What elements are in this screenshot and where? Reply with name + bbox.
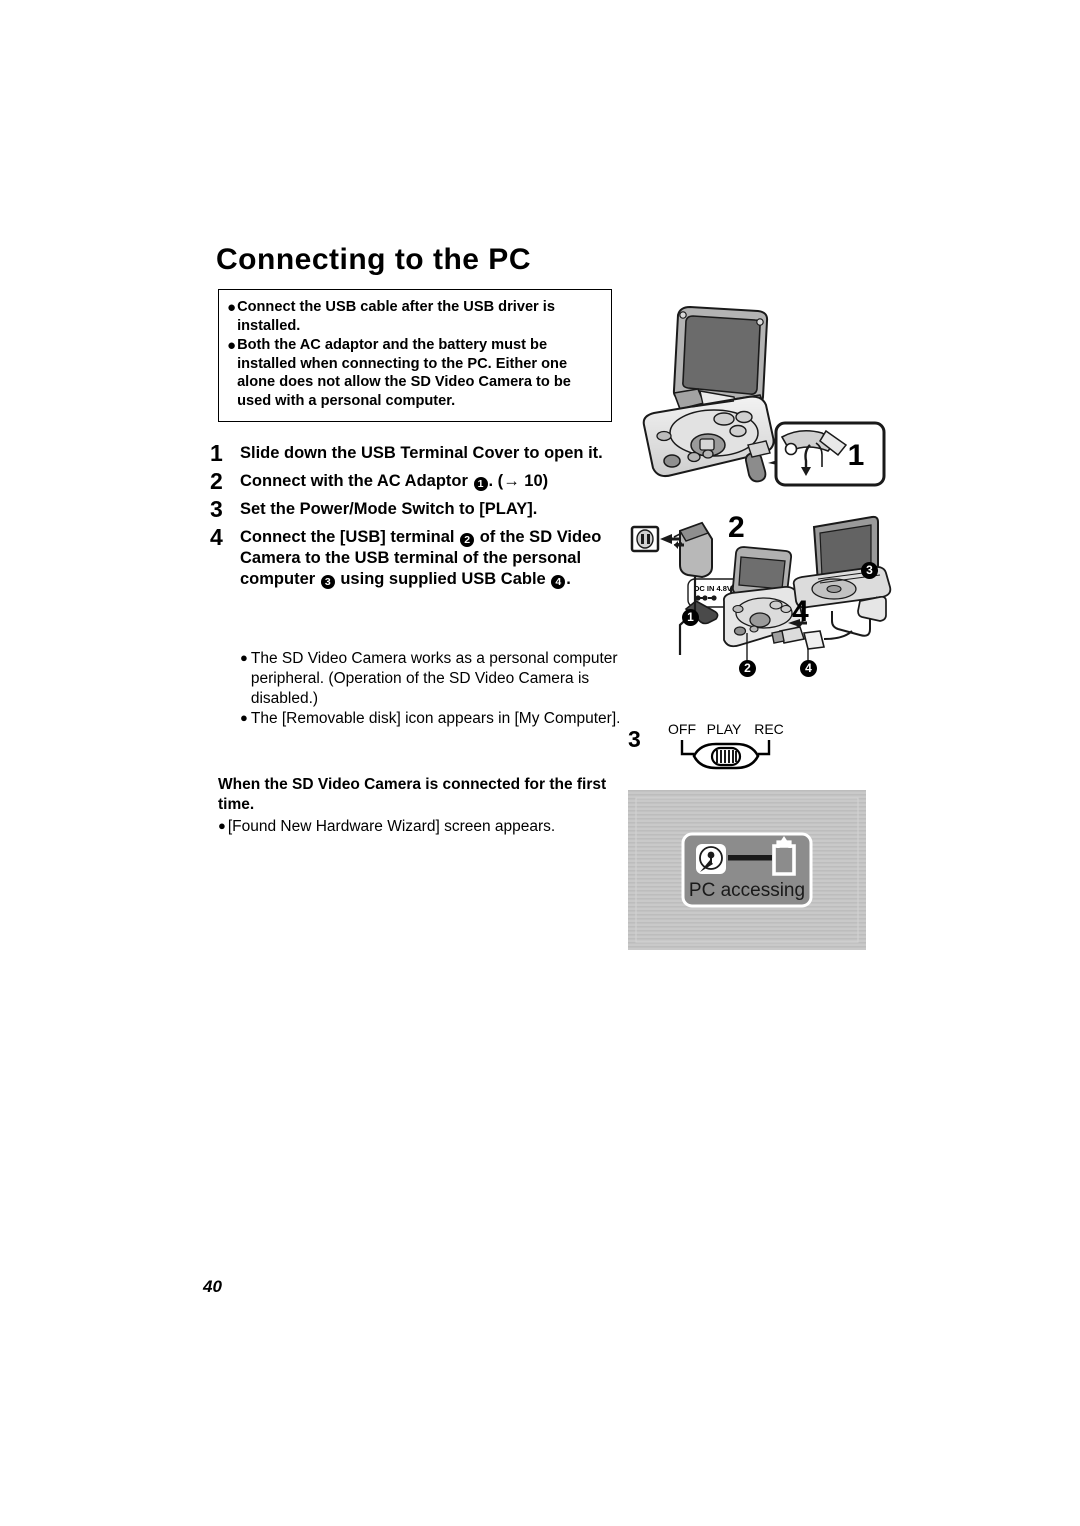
step-text: Connect with the AC Adaptor 1. (→ 10) bbox=[240, 471, 549, 491]
circled-number-1: 1 bbox=[473, 476, 488, 491]
switch-label-rec: REC bbox=[754, 721, 784, 737]
note-item: ● The SD Video Camera works as a persona… bbox=[240, 649, 625, 709]
ac-adaptor bbox=[673, 521, 713, 579]
note-text: The SD Video Camera works as a personal … bbox=[250, 650, 618, 708]
first-time-note-text: [Found New Hardware Wizard] screen appea… bbox=[227, 817, 556, 835]
figure-step-label-2: 2 bbox=[728, 511, 745, 544]
note-item: ● The [Removable disk] icon appears in [… bbox=[240, 709, 625, 729]
hard-disk-icon bbox=[696, 844, 726, 874]
instruction-steps: 1 Slide down the USB Terminal Cover to o… bbox=[206, 440, 626, 591]
page-reference-arrow-icon: → bbox=[503, 471, 520, 490]
step-number: 2 bbox=[210, 467, 223, 494]
bullet-icon: ● bbox=[240, 710, 248, 726]
switch-tick-rec bbox=[758, 740, 771, 756]
page-number: 40 bbox=[203, 1277, 222, 1296]
wall-outlet-icon bbox=[630, 525, 680, 553]
switch-tick-off bbox=[680, 740, 694, 756]
step-text: Connect the [USB] terminal 2 of the SD V… bbox=[240, 527, 602, 589]
figure-power-mode-switch: OFF PLAY REC bbox=[624, 718, 804, 780]
notes-list: ● The SD Video Camera works as a persona… bbox=[240, 649, 625, 730]
figure-marker-2: 2 bbox=[739, 660, 756, 677]
bullet-icon: ● bbox=[240, 650, 248, 665]
callout-number-label: 1 bbox=[848, 439, 865, 472]
step-item: 3 Set the Power/Mode Switch to [PLAY]. bbox=[206, 496, 626, 523]
circled-number-2: 2 bbox=[460, 532, 475, 547]
figure-connection-diagram: 2 DC IN 4.8V 4 1 2 3 4 bbox=[628, 505, 908, 685]
manual-page: Connecting to the PC ● Connect the USB c… bbox=[0, 0, 1080, 1526]
notice-item-text: Both the AC adaptor and the battery must… bbox=[237, 337, 571, 409]
notice-item-text: Connect the USB cable after the USB driv… bbox=[237, 299, 555, 334]
step-text: Set the Power/Mode Switch to [PLAY]. bbox=[240, 499, 538, 518]
first-time-section: When the SD Video Camera is connected fo… bbox=[218, 775, 618, 837]
step-item: 2 Connect with the AC Adaptor 1. (→ 10) bbox=[206, 468, 626, 495]
notice-item: ● Connect the USB cable after the USB dr… bbox=[227, 298, 603, 335]
first-time-note: ● [Found New Hardware Wizard] screen app… bbox=[218, 817, 618, 837]
circled-number-3: 3 bbox=[320, 574, 335, 589]
step-number: 1 bbox=[210, 440, 223, 466]
callout-box-1: 1 bbox=[774, 421, 886, 487]
circled-number-4: 4 bbox=[551, 574, 566, 589]
switch-label-off: OFF bbox=[668, 721, 696, 737]
figure-lcd-pc-accessing: PC accessing bbox=[628, 790, 866, 950]
figure-marker-1: 1 bbox=[682, 609, 699, 626]
bullet-icon: ● bbox=[227, 337, 237, 355]
connection-line bbox=[728, 855, 772, 861]
figure-marker-3: 3 bbox=[861, 562, 878, 579]
step-number: 4 bbox=[210, 523, 223, 550]
note-text: The [Removable disk] icon appears in [My… bbox=[250, 710, 621, 728]
bullet-icon: ● bbox=[227, 299, 237, 316]
figure-marker-4: 4 bbox=[800, 660, 817, 677]
usb-terminal-cover bbox=[744, 440, 771, 483]
step-number: 3 bbox=[210, 495, 223, 522]
figure-camera-usb-cover: 1 bbox=[630, 285, 890, 500]
page-title: Connecting to the PC bbox=[216, 243, 531, 276]
notice-item: ● Both the AC adaptor and the battery mu… bbox=[227, 336, 603, 410]
switch-label-play: PLAY bbox=[707, 721, 742, 737]
step-item: 1 Slide down the USB Terminal Cover to o… bbox=[206, 440, 626, 467]
pc-accessing-label: PC accessing bbox=[689, 880, 805, 901]
notice-box: ● Connect the USB cable after the USB dr… bbox=[218, 289, 612, 423]
step-text: Slide down the USB Terminal Cover to ope… bbox=[240, 444, 603, 462]
figure-step-label-4: 4 bbox=[792, 595, 809, 628]
bullet-icon: ● bbox=[218, 817, 226, 833]
first-time-heading: When the SD Video Camera is connected fo… bbox=[218, 776, 607, 813]
step-item: 4 Connect the [USB] terminal 2 of the SD… bbox=[206, 524, 626, 590]
dc-in-label: DC IN 4.8V bbox=[694, 584, 732, 593]
